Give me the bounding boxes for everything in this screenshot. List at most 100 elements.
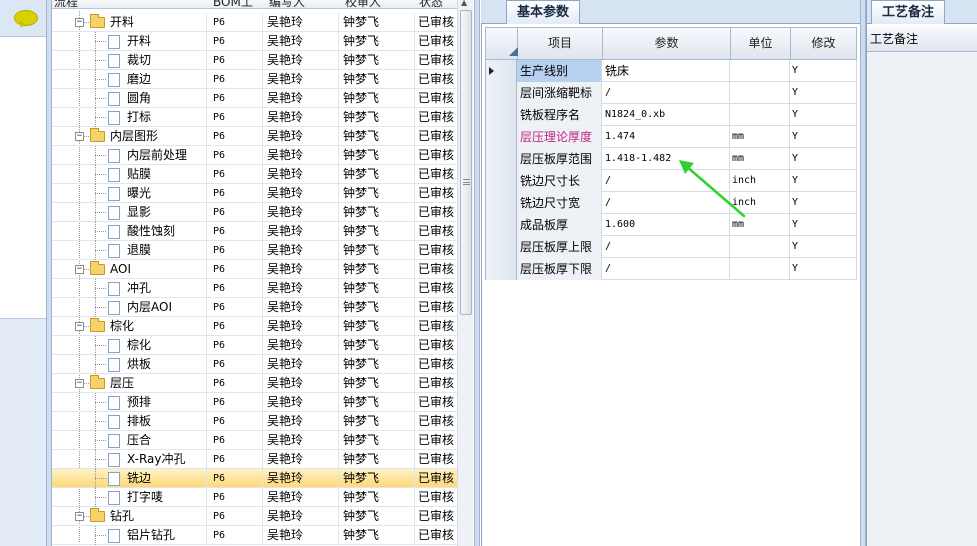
- tree-node-name-cell[interactable]: 开料: [52, 32, 207, 51]
- param-unit-cell[interactable]: [730, 236, 790, 258]
- col-header-unit[interactable]: 单位: [731, 28, 791, 59]
- tab-basic-params[interactable]: 基本参数: [506, 0, 581, 24]
- col-header-status[interactable]: 状态: [419, 0, 443, 9]
- tree-node-name-cell[interactable]: 内层AOI: [52, 298, 207, 317]
- param-row[interactable]: 生产线别 铣床 Y: [485, 60, 857, 82]
- param-modify-cell[interactable]: Y: [790, 148, 857, 170]
- col-header-checker[interactable]: 校审人: [345, 0, 381, 9]
- tree-row[interactable]: 铝片钻孔 P6 吴艳玲 钟梦飞 已审核: [52, 526, 457, 545]
- bom-cell[interactable]: P6: [207, 469, 263, 488]
- row-indicator[interactable]: [485, 82, 517, 104]
- collapse-toggle-icon[interactable]: −: [75, 265, 84, 274]
- checker-cell[interactable]: 钟梦飞: [339, 165, 415, 184]
- editor-cell[interactable]: 吴艳玲: [263, 51, 339, 70]
- checker-cell[interactable]: 钟梦飞: [339, 431, 415, 450]
- status-cell[interactable]: 已审核: [415, 336, 457, 355]
- status-cell[interactable]: 已审核: [415, 488, 457, 507]
- tree-row[interactable]: 排板 P6 吴艳玲 钟梦飞 已审核: [52, 412, 457, 431]
- param-modify-cell[interactable]: Y: [790, 192, 857, 214]
- tree-node-name-cell[interactable]: 磨边: [52, 70, 207, 89]
- tree-node-name-cell[interactable]: 预排: [52, 393, 207, 412]
- bom-cell[interactable]: P6: [207, 431, 263, 450]
- tree-folder-row[interactable]: − AOI P6 吴艳玲 钟梦飞 已审核: [52, 260, 457, 279]
- tab-process-notes[interactable]: 工艺备注: [871, 0, 946, 24]
- collapse-toggle-icon[interactable]: −: [75, 132, 84, 141]
- checker-cell[interactable]: 钟梦飞: [339, 260, 415, 279]
- tree-row[interactable]: 打标 P6 吴艳玲 钟梦飞 已审核: [52, 108, 457, 127]
- editor-cell[interactable]: 吴艳玲: [263, 89, 339, 108]
- tree-node-name-cell[interactable]: 退膜: [52, 241, 207, 260]
- param-unit-cell[interactable]: [730, 60, 790, 82]
- tree-node-name-cell[interactable]: − 开料: [52, 13, 207, 32]
- bom-cell[interactable]: P6: [207, 13, 263, 32]
- chat-button[interactable]: [0, 0, 46, 37]
- editor-cell[interactable]: 吴艳玲: [263, 165, 339, 184]
- checker-cell[interactable]: 钟梦飞: [339, 89, 415, 108]
- status-cell[interactable]: 已审核: [415, 374, 457, 393]
- checker-cell[interactable]: 钟梦飞: [339, 450, 415, 469]
- tree-row[interactable]: 内层前处理 P6 吴艳玲 钟梦飞 已审核: [52, 146, 457, 165]
- status-cell[interactable]: 已审核: [415, 165, 457, 184]
- tree-node-name-cell[interactable]: 内层前处理: [52, 146, 207, 165]
- param-value-cell[interactable]: /: [602, 236, 730, 258]
- editor-cell[interactable]: 吴艳玲: [263, 127, 339, 146]
- tree-node-name-cell[interactable]: 圆角: [52, 89, 207, 108]
- row-indicator[interactable]: [485, 236, 517, 258]
- param-item-cell[interactable]: 成品板厚: [517, 214, 602, 236]
- row-indicator[interactable]: [485, 60, 517, 82]
- editor-cell[interactable]: 吴艳玲: [263, 241, 339, 260]
- bom-cell[interactable]: P6: [207, 412, 263, 431]
- status-cell[interactable]: 已审核: [415, 412, 457, 431]
- status-cell[interactable]: 已审核: [415, 507, 457, 526]
- tree-node-name-cell[interactable]: 烘板: [52, 355, 207, 374]
- bom-cell[interactable]: P6: [207, 241, 263, 260]
- bom-cell[interactable]: P6: [207, 108, 263, 127]
- tree-node-name-cell[interactable]: X-Ray冲孔: [52, 450, 207, 469]
- bom-cell[interactable]: P6: [207, 450, 263, 469]
- editor-cell[interactable]: 吴艳玲: [263, 13, 339, 32]
- editor-cell[interactable]: 吴艳玲: [263, 526, 339, 545]
- status-cell[interactable]: 已审核: [415, 450, 457, 469]
- checker-cell[interactable]: 钟梦飞: [339, 469, 415, 488]
- checker-cell[interactable]: 钟梦飞: [339, 146, 415, 165]
- status-cell[interactable]: 已审核: [415, 431, 457, 450]
- collapse-toggle-icon[interactable]: −: [75, 512, 84, 521]
- param-modify-cell[interactable]: Y: [790, 214, 857, 236]
- bom-cell[interactable]: P6: [207, 222, 263, 241]
- tree-folder-row[interactable]: − 钻孔 P6 吴艳玲 钟梦飞 已审核: [52, 507, 457, 526]
- tree-row[interactable]: 预排 P6 吴艳玲 钟梦飞 已审核: [52, 393, 457, 412]
- editor-cell[interactable]: 吴艳玲: [263, 203, 339, 222]
- editor-cell[interactable]: 吴艳玲: [263, 317, 339, 336]
- tree-row[interactable]: 打字唛 P6 吴艳玲 钟梦飞 已审核: [52, 488, 457, 507]
- status-cell[interactable]: 已审核: [415, 127, 457, 146]
- bom-cell[interactable]: P6: [207, 393, 263, 412]
- tree-node-name-cell[interactable]: 打字唛: [52, 488, 207, 507]
- tree-row[interactable]: 曝光 P6 吴艳玲 钟梦飞 已审核: [52, 184, 457, 203]
- status-cell[interactable]: 已审核: [415, 184, 457, 203]
- param-modify-cell[interactable]: Y: [790, 258, 857, 280]
- status-cell[interactable]: 已审核: [415, 51, 457, 70]
- scrollbar-thumb[interactable]: [460, 10, 472, 315]
- param-value-cell[interactable]: /: [602, 82, 730, 104]
- checker-cell[interactable]: 钟梦飞: [339, 184, 415, 203]
- tree-row[interactable]: 铣边 P6 吴艳玲 钟梦飞 已审核: [52, 469, 457, 488]
- param-row[interactable]: 层压板厚下限 / Y: [485, 258, 857, 280]
- tree-node-name-cell[interactable]: 显影: [52, 203, 207, 222]
- editor-cell[interactable]: 吴艳玲: [263, 469, 339, 488]
- tree-folder-row[interactable]: − 层压 P6 吴艳玲 钟梦飞 已审核: [52, 374, 457, 393]
- bom-cell[interactable]: P6: [207, 298, 263, 317]
- status-cell[interactable]: 已审核: [415, 108, 457, 127]
- param-item-cell[interactable]: 层间涨缩靶标: [517, 82, 602, 104]
- editor-cell[interactable]: 吴艳玲: [263, 374, 339, 393]
- row-indicator[interactable]: [485, 214, 517, 236]
- param-row[interactable]: 层压板厚上限 / Y: [485, 236, 857, 258]
- col-header-modify[interactable]: 修改: [791, 28, 856, 59]
- col-header-item[interactable]: 项目: [518, 28, 603, 59]
- scroll-up-icon[interactable]: ▲: [461, 0, 471, 7]
- status-cell[interactable]: 已审核: [415, 70, 457, 89]
- bom-cell[interactable]: P6: [207, 203, 263, 222]
- status-cell[interactable]: 已审核: [415, 526, 457, 545]
- tree-node-name-cell[interactable]: 贴膜: [52, 165, 207, 184]
- bom-cell[interactable]: P6: [207, 488, 263, 507]
- editor-cell[interactable]: 吴艳玲: [263, 108, 339, 127]
